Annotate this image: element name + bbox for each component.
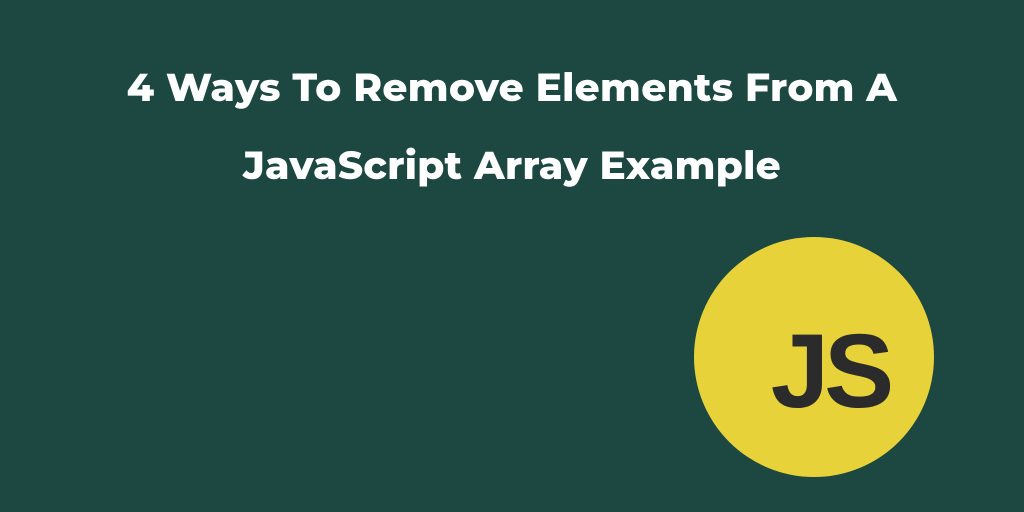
javascript-logo-badge: JS — [694, 237, 934, 477]
javascript-logo-text: JS — [771, 312, 889, 432]
article-title: 4 Ways To Remove Elements From A JavaScr… — [0, 0, 1024, 204]
